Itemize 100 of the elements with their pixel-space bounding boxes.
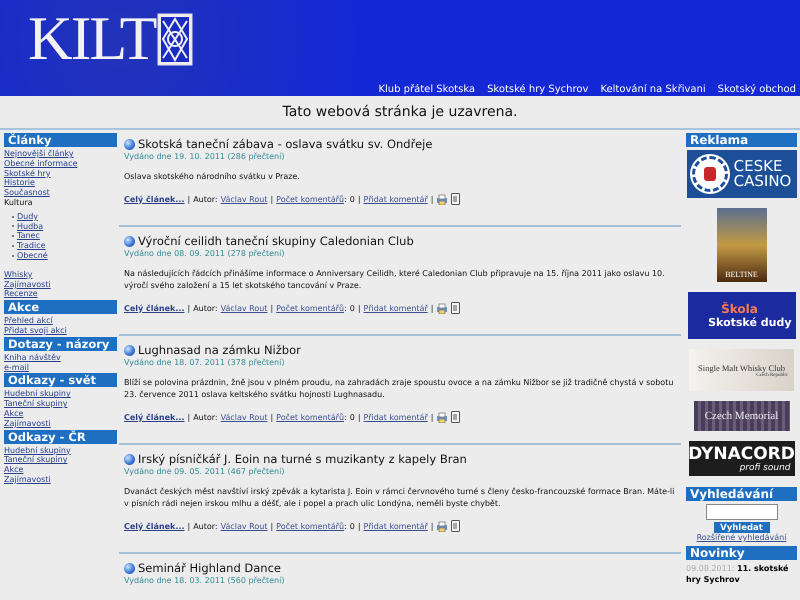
separator-text: | [430,412,434,422]
sidebar-link[interactable]: Akce [4,465,24,475]
sidebar-link[interactable]: Obecné [17,250,48,261]
casino-banner[interactable]: CESKE CASINO [686,150,796,198]
article-title: Skotská taneční zábava - oslava svátku sv. Ondřeje [138,137,432,151]
read-more-link[interactable]: Celý článek... [124,522,184,530]
sidebar-link[interactable]: Zajímavosti [4,474,51,485]
sidebar-link[interactable]: Obecné informace [4,158,78,169]
sidebar-link[interactable]: Dudy [17,212,38,222]
sidebar-link[interactable]: Zajímavosti [4,280,51,290]
author-link[interactable]: Václav Rout [220,304,268,312]
add-comment-link[interactable]: Přidat komentář [364,412,428,422]
search-button[interactable]: Vyhledat [714,522,770,533]
comment-count: 0 [350,412,355,422]
article-title: Seminář Highland Dance [138,561,281,575]
document-icon[interactable] [451,411,460,423]
sidebar-link[interactable]: Kniha návštěv [4,352,61,363]
memorial-banner[interactable]: Czech Memorial [694,401,790,431]
read-more-link[interactable]: Celý článek... [124,412,184,422]
section-header: Vyhledávání [686,487,797,501]
sidebar-link[interactable]: Hudební skupiny [4,446,71,456]
banner-text: BELTINE [725,270,758,279]
colon-text: : [344,304,347,312]
add-comment-link[interactable]: Přidat komentář [364,194,428,204]
sidebar-link[interactable]: Taneční skupiny [4,455,68,466]
sidebar-link[interactable]: Hudební skupiny [4,389,71,400]
printer-icon[interactable] [436,194,448,204]
add-comment-link[interactable]: Přidat komentář [364,304,428,312]
read-more-link[interactable]: Celý článek... [124,304,184,312]
comment-count: 0 [350,304,355,312]
section-header: Novinky [686,546,797,560]
sidebar-link[interactable]: Tradice [17,241,46,251]
section-header: Články [4,133,117,147]
sidebar-link[interactable]: Tanec [17,231,40,242]
section-header: Odkazy - ČR [4,430,117,444]
separator-text: | [358,304,361,312]
author-link[interactable]: Václav Rout [220,412,268,422]
sphere-icon [124,562,135,574]
comments-link[interactable]: Počet komentářů [276,194,344,204]
sidebar-link[interactable]: Skotské hry [4,168,51,178]
article-title: Lughnasad na zámku Nižbor [138,343,301,357]
separator-text: | [187,304,190,312]
sidebar-link[interactable]: Nejnovější články [4,149,74,159]
sidebar-link[interactable]: Přehled akcí [4,316,53,326]
article-summary: Oslava skotského národního svátku v Praze. [124,171,301,183]
sidebar-link[interactable]: Akce [4,408,24,419]
section-header: Odkazy - svět [4,373,117,388]
celtic-knot-icon [157,12,194,66]
sound-brand-banner[interactable]: DYNACORD profi sound [688,441,794,476]
festival-poster[interactable]: BELTINE [716,208,766,282]
sphere-icon [124,344,135,356]
section-header: Dotazy - názory [4,336,117,351]
printer-icon[interactable] [436,412,448,422]
nav-link[interactable]: Klub přátel Skotska [378,84,476,95]
sidebar-link[interactable]: Historie [4,178,35,188]
author-label: Autor: [193,304,218,312]
section-header: Reklama [686,133,797,147]
sidebar-link[interactable]: Whisky [4,270,32,280]
author-link[interactable]: Václav Rout [220,522,268,530]
poker-chip-icon [692,156,728,192]
sphere-icon [124,454,135,464]
bagpipe-school-banner[interactable]: Škola Skotské dudy [688,292,796,339]
printer-icon[interactable] [436,302,448,314]
printer-icon[interactable] [436,520,448,532]
news-item[interactable]: 09.08.2011: 11. skotské hry Sychrov [686,563,797,585]
separator-text: | [270,194,274,204]
separator-text: | [270,412,274,422]
document-icon[interactable] [451,193,460,205]
closed-notice: Tato webová stránka je uzavrena. [282,104,518,120]
comments-link[interactable]: Počet komentářů [276,304,344,312]
sidebar-link[interactable]: Přidat svoji akci [4,326,67,336]
search-field[interactable] [706,504,778,520]
nav-link[interactable]: Keltování na Skřivani [600,84,706,95]
colon-text: : [344,412,347,422]
nav-link[interactable]: Skotský obchod [718,84,796,95]
colon-text: : [344,522,347,530]
banner-text: Skotské dudy [708,316,792,329]
document-icon[interactable] [451,302,460,314]
sidebar-link[interactable]: Taneční skupiny [4,399,68,409]
add-comment-link[interactable]: Přidat komentář [364,522,428,530]
separator-text: | [430,522,434,530]
author-label: Autor: [193,194,218,204]
nav-link[interactable]: Skotské hry Sychrov [487,84,588,95]
article-summary: Na následujících řádcích přinášíme informace o Anniversary Ceilidh, které Caledonian Club připravuje na 15. října 2011 jako oslavu 10. výročí svého založení a 15 let skotského tancování v Praze. [124,268,666,292]
sidebar-link[interactable]: Současnost [4,188,50,198]
separator-text: | [430,304,434,312]
sidebar-link[interactable]: e-mail [4,362,29,372]
comment-count: 0 [350,194,355,204]
sidebar-link[interactable]: Hudba [17,222,44,232]
sidebar-link[interactable]: Zajímavosti [4,418,51,429]
comments-link[interactable]: Počet komentářů [276,522,344,530]
logo-text[interactable]: KILT [28,6,156,72]
sidebar-label: Kultura [4,198,33,208]
read-more-link[interactable]: Celý článek... [124,194,184,204]
advanced-search-link[interactable]: Rozšířené vyhledávání [696,533,786,542]
separator-text: | [358,194,361,204]
comments-link[interactable]: Počet komentářů [276,412,344,422]
sidebar-link[interactable]: Recenze [4,289,38,300]
author-link[interactable]: Václav Rout [220,194,268,204]
document-icon[interactable] [451,520,460,532]
